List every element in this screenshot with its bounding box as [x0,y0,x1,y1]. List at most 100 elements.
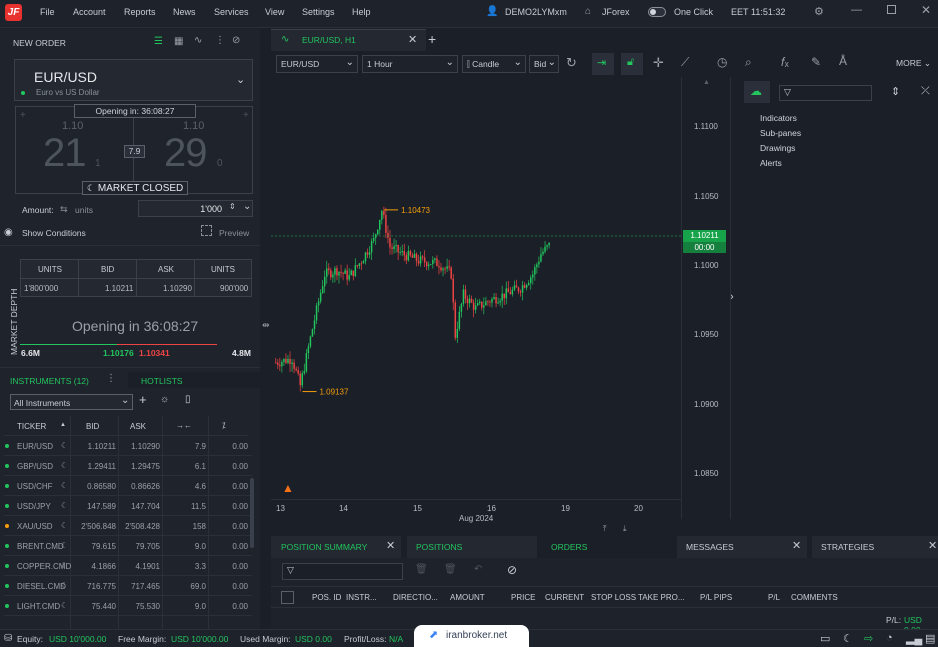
chevron-down-icon[interactable]: ⌄ [243,201,251,212]
close-tab-icon[interactable]: ✕ [408,33,417,46]
price-chart[interactable]: 1.10473 1.09137 [271,77,731,519]
tab-orders[interactable]: ORDERS [542,536,672,558]
move-down-icon[interactable]: ⤓ [623,524,627,534]
price-side-dropdown[interactable]: Bid ⌄ [529,55,559,73]
swap-icon[interactable]: ⇆ [60,204,68,215]
close-tab-icon[interactable]: ✕ [928,539,937,552]
col-pl-pips[interactable]: P/L PIPS [700,593,732,602]
tab-strategies[interactable]: STRATEGIES ✕ [812,536,938,558]
col-amount[interactable]: AMOUNT [450,593,485,602]
side-indicators[interactable]: Indicators [760,113,797,123]
col-direction[interactable]: DIRECTIO... [393,593,438,602]
add-icon[interactable]: + [139,392,147,407]
ruler-icon[interactable]: ⟋ [681,55,689,70]
more-button[interactable]: MORE ⌄ [896,58,931,69]
account-name[interactable]: DEMO2LYMxm [505,7,567,17]
chart-type-dropdown[interactable]: ⫿ Candle ⌄ [462,55,526,73]
table-row[interactable]: USD/JPY ☾ 147.589 147.704 11.5 0.00 [4,496,252,516]
add-tab-icon[interactable]: + [428,31,436,47]
date-axis[interactable]: 13 14 15 16 19 20 Aug 2024 [271,499,681,523]
amount-input[interactable]: 1'000 ⇕ ⌄ [138,200,253,217]
sun-icon[interactable]: ☼ [160,394,169,405]
menu-settings[interactable]: Settings [302,7,335,17]
col-current[interactable]: CURRENT [545,593,584,602]
col-pl[interactable]: P/L [768,593,780,602]
minimize-icon[interactable]: — [851,4,862,16]
instrument-filter-select[interactable]: All Instruments ⌄ [10,394,133,410]
clock-icon[interactable]: ◷ [717,55,727,69]
connection-icon[interactable]: ⇨ [864,632,873,645]
table-row[interactable]: BRENT.CMD ☾ 79.615 79.705 9.0 0.00 [4,536,252,556]
collapse-icon[interactable]: ⤫ [921,85,930,98]
moon-icon[interactable]: ☾ [843,632,853,645]
table-row[interactable]: XAU/USD ☾ 2'506.848 2'508.428 158 0.00 [4,516,252,536]
instrument-select[interactable]: EUR/USD Euro vs US Dollar ⌄ [14,59,253,101]
instruments-scrollbar[interactable] [250,478,254,548]
close-tab-icon[interactable]: ✕ [792,539,801,552]
preview-link[interactable]: Preview [219,228,249,238]
lock-button[interactable]: 🔓︎ [621,53,643,75]
refresh-icon[interactable]: ↻ [566,55,577,71]
pencil-icon[interactable]: ✎ [811,55,821,69]
one-click-toggle[interactable] [648,7,666,17]
stepper-icon[interactable]: ⇕ [229,202,236,211]
autoshift-button[interactable]: ⇥ [592,53,614,75]
platform-name[interactable]: JForex [602,7,630,17]
expand-icon[interactable]: ⇕ [891,85,900,98]
zoom-icon[interactable]: ⌕ [745,55,752,70]
table-row[interactable]: USD/CHF ☾ 0.86580 0.86626 4.6 0.00 [4,476,252,496]
col-pos-id[interactable]: POS. ID [312,593,341,602]
book-icon[interactable]: ▯ [185,394,191,405]
period-dropdown[interactable]: 1 Hour ⌄ [362,55,458,73]
tab-hotlists[interactable]: HOTLISTS [141,376,183,386]
side-filter-input[interactable]: ▽ [779,85,872,101]
table-view-icon[interactable]: ▦ [174,36,183,47]
close-window-icon[interactable]: ✕ [921,3,931,17]
tab-position-summary[interactable]: POSITION SUMMARY ✕ [271,536,401,558]
gauge-icon[interactable]: ◔ [886,632,893,644]
crosshair-icon[interactable]: ✛ [653,55,664,71]
hide-eye-icon[interactable]: ⊘ [232,35,240,46]
menu-services[interactable]: Services [214,7,249,17]
eye-icon[interactable]: ◉ [4,227,13,238]
table-row[interactable]: LIGHT.CMD ☾ 75.440 75.530 9.0 0.00 [4,596,252,616]
database-icon[interactable]: ⛁ [4,633,12,644]
col-comments[interactable]: COMMENTS [791,593,838,602]
panel-splitter[interactable]: ⤒ ⤓ [271,524,938,536]
side-drawings[interactable]: Drawings [760,143,795,153]
scroll-up-icon[interactable]: ▲ [703,79,710,86]
move-up-icon[interactable]: ⤒ [603,524,607,534]
table-row[interactable]: COPPER.CMD ☾ 4.1866 4.1901 3.3 0.00 [4,556,252,576]
chat-icon[interactable]: ▭ [820,632,830,645]
side-subpanes[interactable]: Sub-panes [760,128,801,138]
select-all-checkbox[interactable] [281,591,294,604]
table-row[interactable]: GBP/USD ☾ 1.29411 1.29475 6.1 0.00 [4,456,252,476]
warning-icon[interactable]: ▲ [282,481,294,495]
col-instrument[interactable]: INSTR... [346,593,377,602]
more-vert-icon[interactable]: ⋮ [106,373,116,384]
menu-help[interactable]: Help [352,7,371,17]
chart-tab[interactable]: ∿ EUR/USD, H1 ✕ [271,29,426,51]
menu-file[interactable]: File [40,7,55,17]
settings-gear-icon[interactable]: ⚙ [814,5,824,18]
menu-view[interactable]: View [265,7,284,17]
collapse-left-icon[interactable]: ⇹ [262,320,270,331]
col-stop-loss[interactable]: STOP LOSS [591,593,636,602]
preview-icon[interactable] [201,225,212,236]
close-all-icon[interactable]: ⊘ [507,563,517,577]
menu-account[interactable]: Account [73,7,106,17]
signal-icon[interactable]: ▂▄ [906,632,922,645]
table-row[interactable]: DIESEL.CMD ☾ 716.775 717.465 69.0 0.00 [4,576,252,596]
menu-reports[interactable]: Reports [124,7,156,17]
col-price[interactable]: PRICE [511,593,535,602]
notifications-icon[interactable]: ▤ [925,632,935,645]
tab-messages[interactable]: MESSAGES ✕ [677,536,807,558]
side-alerts[interactable]: Alerts [760,158,782,168]
drawing-tools-icon[interactable]: Å [839,54,847,68]
maximize-icon[interactable] [887,5,896,14]
order-layout-icon[interactable]: ☰ [154,36,163,47]
indicators-icon[interactable]: 𝑓ₓ [781,55,789,70]
instrument-dropdown[interactable]: EUR/USD ⌄ [276,55,358,73]
close-tab-icon[interactable]: ✕ [386,539,395,552]
chart-icon[interactable]: ∿ [194,35,202,46]
